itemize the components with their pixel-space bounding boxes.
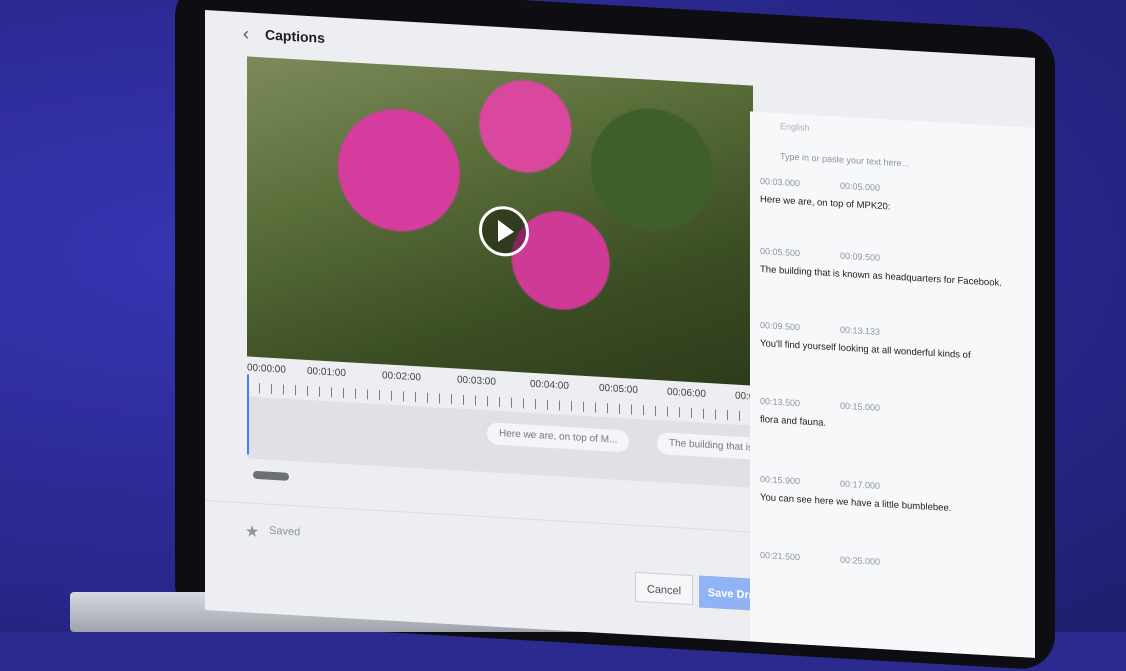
start-time[interactable]: 00:09.500: [760, 320, 840, 335]
app-screen: ‹ Captions 00:00:00 00:01:00 00:02:00 00…: [205, 10, 1035, 658]
start-time[interactable]: 00:21.500: [760, 550, 840, 565]
end-time[interactable]: 00:05.000: [840, 181, 920, 196]
caption-entry[interactable]: 00:15.900 00:17.000 You can see here we h…: [760, 474, 1025, 519]
cancel-button[interactable]: Cancel: [635, 571, 693, 606]
tick-label: 00:03:00: [457, 374, 496, 388]
tick-label: 00:02:00: [382, 370, 421, 384]
timeline[interactable]: 00:00:00 00:01:00 00:02:00 00:03:00 00:0…: [247, 362, 781, 521]
end-time[interactable]: 00:15.000: [840, 401, 920, 416]
start-time[interactable]: 00:03.000: [760, 176, 840, 191]
caption-entry[interactable]: 00:03.000 00:05.000 Here we are, on top o…: [760, 176, 1025, 221]
video-preview[interactable]: [247, 56, 753, 386]
tick-label: 00:00:00: [247, 362, 286, 376]
timeline-scrollbar[interactable]: [253, 470, 289, 481]
end-time[interactable]: 00:13.133: [840, 325, 920, 340]
caption-entry[interactable]: 00:09.500 00:13.133 You'll find yourself …: [760, 320, 1025, 365]
start-time[interactable]: 00:13.500: [760, 396, 840, 411]
start-time[interactable]: 00:15.900: [760, 474, 840, 489]
caption-text-input[interactable]: Type in or paste your text here...: [760, 144, 1035, 182]
tick-label: 00:01:00: [307, 365, 346, 380]
end-time[interactable]: 00:17.000: [840, 479, 920, 494]
end-time[interactable]: 00:25.000: [840, 555, 920, 570]
tick-label: 00:06:00: [667, 386, 706, 400]
language-select[interactable]: English: [780, 121, 810, 133]
page-title: Captions: [265, 26, 325, 46]
start-time[interactable]: 00:05.500: [760, 246, 840, 261]
saved-status: Saved: [269, 524, 301, 539]
tick-label: 00:05:00: [599, 382, 638, 396]
caption-entry[interactable]: 00:21.500 00:25.000: [760, 550, 1025, 575]
tick-label: 00:04:00: [530, 378, 569, 392]
caption-entry[interactable]: 00:05.500 00:09.500 The building that is …: [760, 246, 1025, 291]
captions-panel: English Type in or paste your text here.…: [750, 111, 1035, 658]
back-icon[interactable]: ‹: [243, 23, 257, 43]
end-time[interactable]: 00:09.500: [840, 251, 920, 266]
caption-entry[interactable]: 00:13.500 00:15.000 flora and fauna.: [760, 396, 1025, 441]
star-icon: ★: [245, 523, 260, 542]
playhead[interactable]: [247, 374, 249, 455]
play-icon[interactable]: [479, 204, 529, 258]
